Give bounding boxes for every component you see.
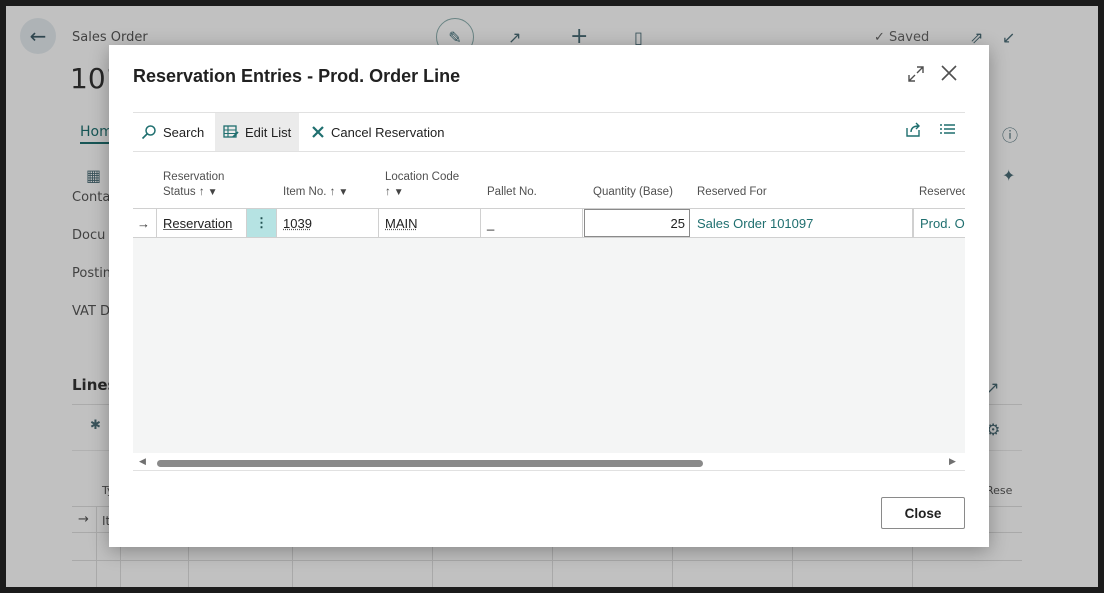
filter-icon[interactable]: ▼: [208, 185, 218, 200]
cell-quantity-base[interactable]: 25: [584, 209, 690, 237]
grid-empty-area: [133, 238, 965, 453]
reserved-partial-link[interactable]: Prod. O: [920, 216, 965, 231]
header-item-no: Item No.: [283, 186, 327, 198]
column-header-reserved-for[interactable]: Reserved For: [691, 152, 913, 208]
column-header-quantity-base[interactable]: Quantity (Base): [583, 152, 691, 208]
column-header-pallet-no[interactable]: Pallet No.: [481, 152, 583, 208]
list-view-icon[interactable]: [939, 121, 956, 142]
close-icon[interactable]: [937, 63, 961, 87]
column-header-reservation-status[interactable]: Reservation Status ↑ ▼: [157, 152, 277, 208]
filter-icon[interactable]: ▼: [338, 185, 348, 200]
location-code-value: MAIN: [385, 215, 418, 231]
reservation-entries-dialog: Reservation Entries - Prod. Order Line S…: [109, 45, 989, 547]
search-button[interactable]: Search: [133, 113, 212, 151]
item-no-value: 1039: [283, 215, 312, 231]
horizontal-scrollbar[interactable]: ◀ ▶: [133, 455, 965, 471]
scroll-left-icon[interactable]: ◀: [139, 457, 146, 467]
table-row[interactable]: → Reservation ⋮ 1039 MAIN _ 25 Sales Ord…: [133, 208, 965, 238]
column-header-item-no[interactable]: Item No. ↑ ▼: [277, 152, 379, 208]
grid-header: Reservation Status ↑ ▼ Item No. ↑ ▼ Locati…: [133, 152, 965, 208]
cell-reservation-status[interactable]: Reservation: [157, 209, 247, 237]
cell-reserved-partial[interactable]: Prod. O: [913, 209, 965, 237]
header-pallet-no: Pallet No.: [487, 186, 537, 198]
column-header-location-code[interactable]: Location Code ↑ ▼: [379, 152, 481, 208]
close-button[interactable]: Close: [881, 497, 965, 529]
pallet-no-value: _: [487, 215, 495, 231]
reservation-grid: Reservation Status ↑ ▼ Item No. ↑ ▼ Locati…: [133, 152, 965, 472]
search-label: Search: [163, 124, 205, 140]
cell-pallet-no[interactable]: _: [481, 209, 583, 237]
header-status-line1: Reservation: [163, 171, 225, 183]
header-reserved-partial: Reserved: [919, 186, 965, 198]
cell-reserved-for[interactable]: Sales Order 101097: [691, 209, 913, 237]
column-header-reserved-partial[interactable]: Reserved: [913, 152, 965, 208]
sort-ascending-icon: ↑: [329, 186, 336, 198]
edit-list-button[interactable]: Edit List: [215, 113, 300, 151]
header-location-code: Location Code: [385, 171, 460, 183]
search-icon: [141, 124, 157, 140]
cancel-reservation-label: Cancel Reservation: [331, 124, 445, 140]
row-actions-menu-icon[interactable]: ⋮: [247, 209, 277, 237]
action-bar: Search Edit List Cancel Reservation: [133, 113, 965, 151]
cell-location-code[interactable]: MAIN: [379, 209, 481, 237]
filter-icon[interactable]: ▼: [394, 185, 404, 200]
quantity-base-value: 25: [670, 215, 685, 231]
edit-list-icon: [223, 124, 239, 140]
reserved-for-link[interactable]: Sales Order 101097: [697, 216, 813, 231]
share-icon[interactable]: [905, 121, 922, 142]
row-selector-arrow-icon[interactable]: →: [133, 209, 157, 237]
header-reserved-for: Reserved For: [697, 186, 767, 198]
cancel-x-icon: [311, 125, 325, 139]
sort-ascending-icon: ↑: [385, 186, 391, 198]
cell-item-no[interactable]: 1039: [277, 209, 379, 237]
scrollbar-thumb[interactable]: [157, 460, 703, 467]
header-quantity-base: Quantity (Base): [593, 186, 673, 198]
reservation-status-link[interactable]: Reservation: [163, 216, 232, 231]
screen-frame: ← Sales Order 101 Hom ✎ ↗ + ▯ ✓ Saved ⇗ …: [6, 6, 1098, 587]
cancel-reservation-button[interactable]: Cancel Reservation: [303, 113, 452, 151]
scroll-right-icon[interactable]: ▶: [949, 457, 956, 467]
dialog-title: Reservation Entries - Prod. Order Line: [133, 66, 461, 86]
edit-list-label: Edit List: [245, 124, 292, 140]
sort-ascending-icon: ↑: [198, 186, 205, 198]
expand-icon[interactable]: [905, 65, 927, 87]
header-status-line2: Status: [163, 186, 196, 198]
